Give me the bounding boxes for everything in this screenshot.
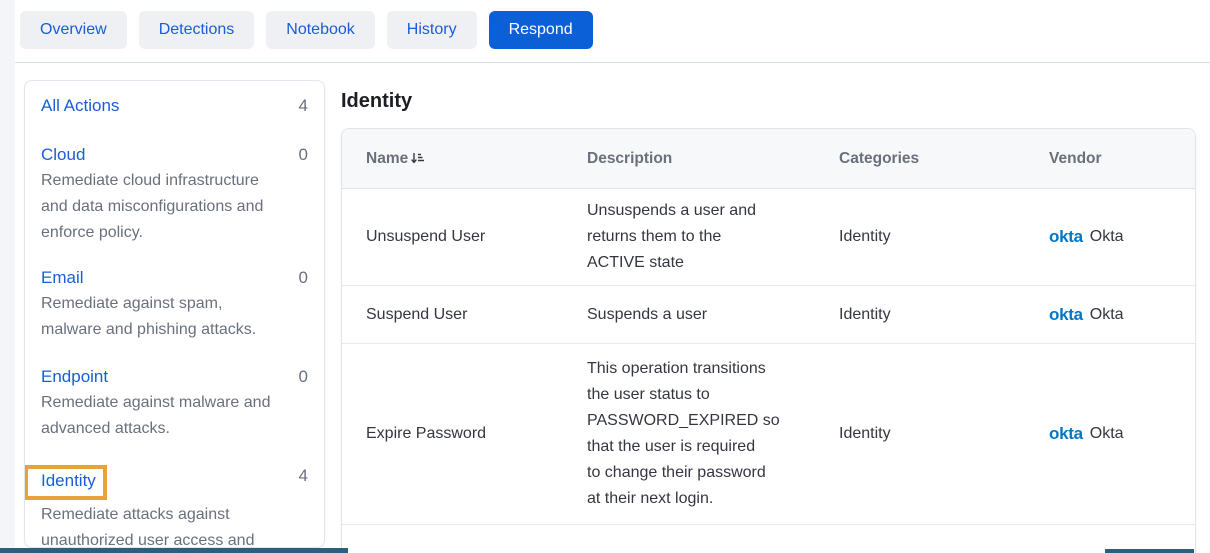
identity-description: Remediate attacks against unauthorized u… [41, 502, 308, 548]
sidebar-item-cloud[interactable]: Cloud 0 Remediate cloud infrastructure a… [41, 144, 308, 246]
action-categories: Identity [815, 425, 1025, 443]
sidebar-item-endpoint[interactable]: Endpoint 0 Remediate against malware and… [41, 366, 308, 442]
cutoff-element-bottom-right [1105, 549, 1194, 553]
action-description: This operation transitions the user stat… [563, 356, 815, 512]
cloud-count: 0 [299, 144, 308, 166]
okta-logo: okta [1049, 424, 1083, 444]
action-categories: Identity [815, 228, 1025, 246]
email-count: 0 [299, 267, 308, 289]
column-header-categories[interactable]: Categories [815, 150, 1025, 168]
okta-logo: okta [1049, 305, 1083, 325]
action-description: Unsuspends a user and returns them to th… [563, 198, 815, 276]
sort-ascending-icon[interactable] [410, 151, 425, 171]
identity-highlight-box: Identity [24, 465, 107, 500]
action-description: Suspends a user [563, 302, 815, 328]
table-row-suspend-user[interactable]: Suspend User Suspends a user Identity ok… [342, 286, 1195, 344]
sidebar-item-identity[interactable]: Identity 4 Remediate attacks against una… [41, 465, 308, 548]
tab-overview[interactable]: Overview [20, 11, 127, 49]
sidebar-item-all-actions[interactable]: All Actions 4 [41, 95, 308, 117]
cloud-link[interactable]: Cloud [41, 144, 85, 166]
actions-table: Name Description Categories Vendor Unsus… [341, 128, 1196, 553]
identity-count: 4 [299, 465, 308, 487]
tab-detections[interactable]: Detections [139, 11, 255, 49]
respond-page: Overview Detections Notebook History Res… [0, 0, 1210, 553]
table-header-row: Name Description Categories Vendor [342, 129, 1195, 189]
action-vendor: okta Okta [1025, 424, 1195, 444]
identity-link[interactable]: Identity [41, 471, 96, 490]
tab-notebook[interactable]: Notebook [266, 11, 375, 49]
all-actions-link[interactable]: All Actions [41, 95, 119, 117]
endpoint-count: 0 [299, 366, 308, 388]
column-header-name[interactable]: Name [342, 149, 563, 169]
column-header-description[interactable]: Description [563, 150, 815, 168]
action-name: Expire Password [342, 425, 563, 443]
column-header-vendor[interactable]: Vendor [1025, 150, 1195, 168]
email-description: Remediate against spam, malware and phis… [41, 291, 308, 343]
action-categories-sidebar: All Actions 4 Cloud 0 Remediate cloud in… [24, 80, 325, 548]
action-vendor: okta Okta [1025, 227, 1195, 247]
tabbar-divider [15, 62, 1210, 63]
tab-history[interactable]: History [387, 11, 477, 49]
name-header-label: Name [366, 150, 408, 168]
vendor-name: Okta [1090, 425, 1124, 443]
vendor-name: Okta [1090, 306, 1124, 324]
table-row-expire-password[interactable]: Expire Password This operation transitio… [342, 344, 1195, 525]
table-row-unsuspend-user[interactable]: Unsuspend User Unsuspends a user and ret… [342, 189, 1195, 286]
action-vendor: okta Okta [1025, 305, 1195, 325]
all-actions-count: 4 [299, 95, 308, 117]
left-gutter [0, 0, 15, 553]
action-categories: Identity [815, 306, 1025, 324]
action-name: Unsuspend User [342, 228, 563, 246]
cloud-description: Remediate cloud infrastructure and data … [41, 168, 308, 246]
endpoint-link[interactable]: Endpoint [41, 366, 108, 388]
okta-logo: okta [1049, 227, 1083, 247]
email-link[interactable]: Email [41, 267, 84, 289]
sidebar-item-email[interactable]: Email 0 Remediate against spam, malware … [41, 267, 308, 343]
endpoint-description: Remediate against malware and advanced a… [41, 390, 308, 442]
page-title: Identity [341, 90, 412, 113]
tab-bar: Overview Detections Notebook History Res… [20, 11, 593, 49]
cutoff-element-bottom-left [0, 548, 348, 553]
vendor-name: Okta [1090, 228, 1124, 246]
action-name: Suspend User [342, 306, 563, 324]
tab-respond[interactable]: Respond [489, 11, 593, 49]
